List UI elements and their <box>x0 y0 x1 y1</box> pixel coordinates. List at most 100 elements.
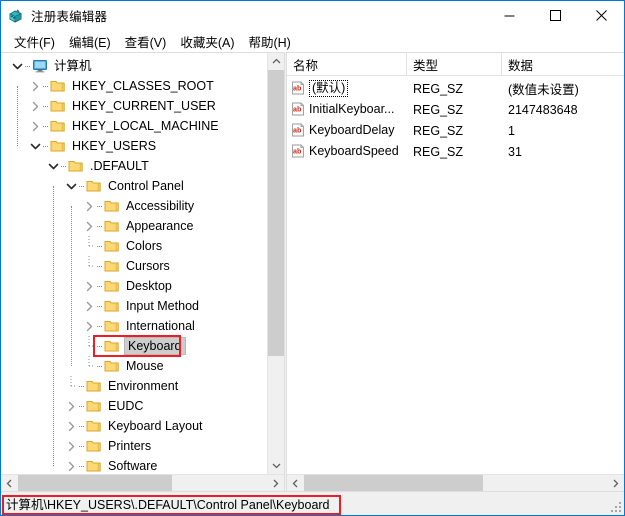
tree-dash-connector <box>97 276 104 296</box>
tree-item[interactable]: Cursors <box>1 256 267 276</box>
table-row[interactable]: ab KeyboardDelay REG_SZ 1 <box>287 120 624 141</box>
registry-editor-icon <box>8 8 24 24</box>
tree-item[interactable]: HKEY_CURRENT_USER <box>1 96 267 116</box>
tree-item[interactable]: Control Panel <box>1 176 267 196</box>
tree-item[interactable]: Input Method <box>1 296 267 316</box>
values-hscroll-thumb[interactable] <box>304 475 483 491</box>
tree-item-label: HKEY_CLASSES_ROOT <box>72 79 214 93</box>
chevron-right-icon[interactable] <box>27 76 43 96</box>
resize-grip[interactable] <box>611 502 621 512</box>
values-list[interactable]: ab (默认) REG_SZ (数值未设置) ab InitialKeyboar... RE… <box>287 76 624 474</box>
tree-item-label: Colors <box>126 239 163 253</box>
chevron-right-icon[interactable] <box>63 436 79 456</box>
scroll-left-icon[interactable] <box>287 475 304 491</box>
tree-item-label: EUDC <box>108 399 144 413</box>
window-controls <box>486 1 624 30</box>
value-name-text: InitialKeyboar... <box>309 102 395 116</box>
tree-item[interactable]: Accessibility <box>1 196 267 216</box>
tree-dash-connector <box>79 396 86 416</box>
tree-item[interactable]: HKEY_CLASSES_ROOT <box>1 76 267 96</box>
tree-horizontal-scrollbar[interactable] <box>1 474 284 491</box>
tree-vertical-scrollbar[interactable] <box>267 53 284 474</box>
tree-item[interactable]: International <box>1 316 267 336</box>
chevron-down-icon[interactable] <box>9 56 25 76</box>
registry-tree-pane: 计算机 HKEY_CLASSES_ROOT HKEY_CURRENT_USER HKE… <box>1 52 284 491</box>
menu-favorites[interactable]: 收藏夹(A) <box>173 30 241 53</box>
menu-edit[interactable]: 编辑(E) <box>62 30 118 53</box>
chevron-right-icon[interactable] <box>81 196 97 216</box>
tree-dash-connector <box>97 356 104 376</box>
value-name-text: KeyboardSpeed <box>309 144 399 158</box>
scroll-down-icon[interactable] <box>268 457 284 474</box>
menu-view[interactable]: 查看(V) <box>118 30 174 53</box>
tree-item[interactable]: Environment <box>1 376 267 396</box>
menu-file[interactable]: 文件(F) <box>7 30 62 53</box>
tree-connector <box>81 256 97 276</box>
chevron-right-icon[interactable] <box>63 456 79 474</box>
scroll-up-icon[interactable] <box>268 53 284 70</box>
folder-icon <box>86 179 102 193</box>
value-type-cell: REG_SZ <box>413 144 464 159</box>
tree-item[interactable]: HKEY_USERS <box>1 136 267 156</box>
tree-vscroll-track[interactable] <box>268 70 284 457</box>
tree-dash-connector <box>97 296 104 316</box>
tree-item[interactable]: HKEY_LOCAL_MACHINE <box>1 116 267 136</box>
tree-item-label: HKEY_LOCAL_MACHINE <box>72 119 219 133</box>
tree-item[interactable]: Colors <box>1 236 267 256</box>
chevron-right-icon[interactable] <box>81 276 97 296</box>
maximize-button[interactable] <box>532 1 578 30</box>
chevron-down-icon[interactable] <box>45 156 61 176</box>
tree-hscroll-track[interactable] <box>18 475 267 491</box>
tree-item[interactable]: Desktop <box>1 276 267 296</box>
tree-dash-connector <box>79 456 86 474</box>
values-horizontal-scrollbar[interactable] <box>287 474 624 491</box>
scroll-right-icon[interactable] <box>267 475 284 491</box>
scroll-left-icon[interactable] <box>1 475 18 491</box>
tree-item[interactable]: EUDC <box>1 396 267 416</box>
tree-hscroll-thumb[interactable] <box>18 475 173 491</box>
list-header: 名称 类型 数据 <box>287 53 624 76</box>
table-row[interactable]: ab KeyboardSpeed REG_SZ 31 <box>287 141 624 162</box>
tree-item[interactable]: Software <box>1 456 267 474</box>
string-value-icon: ab <box>291 144 306 159</box>
tree-connector <box>63 376 79 396</box>
value-name-cell: ab KeyboardDelay <box>287 123 407 138</box>
chevron-right-icon[interactable] <box>27 116 43 136</box>
value-name-text: (默认) <box>309 80 349 97</box>
menu-help[interactable]: 帮助(H) <box>241 30 297 53</box>
computer-icon <box>32 59 48 73</box>
chevron-right-icon[interactable] <box>63 396 79 416</box>
tree-item[interactable]: .DEFAULT <box>1 156 267 176</box>
chevron-right-icon[interactable] <box>81 316 97 336</box>
column-header-type[interactable]: 类型 <box>407 53 502 75</box>
tree-vscroll-thumb[interactable] <box>268 70 284 357</box>
chevron-down-icon[interactable] <box>27 136 43 156</box>
close-button[interactable] <box>578 1 624 30</box>
values-hscroll-track[interactable] <box>304 475 607 491</box>
chevron-right-icon[interactable] <box>81 216 97 236</box>
registry-values-pane: 名称 类型 数据 ab (默认) REG_SZ (数值未设置) ab InitialKey… <box>287 52 624 491</box>
tree-item[interactable]: Appearance <box>1 216 267 236</box>
tree-item[interactable]: Keyboard Layout <box>1 416 267 436</box>
tree-item[interactable]: Mouse <box>1 356 267 376</box>
scroll-right-icon[interactable] <box>607 475 624 491</box>
chevron-right-icon[interactable] <box>27 96 43 116</box>
chevron-down-icon[interactable] <box>63 176 79 196</box>
column-header-name[interactable]: 名称 <box>287 53 407 75</box>
tree-dash-connector <box>97 216 104 236</box>
tree-dash-connector <box>79 416 86 436</box>
string-value-icon: ab <box>291 81 306 96</box>
chevron-right-icon[interactable] <box>81 296 97 316</box>
table-row[interactable]: ab (默认) REG_SZ (数值未设置) <box>287 78 624 99</box>
registry-tree[interactable]: 计算机 HKEY_CLASSES_ROOT HKEY_CURRENT_USER HKE… <box>1 53 267 474</box>
chevron-right-icon[interactable] <box>63 416 79 436</box>
tree-item[interactable]: 计算机 <box>1 56 267 76</box>
tree-item-selected[interactable]: Keyboard <box>1 336 267 356</box>
table-row[interactable]: ab InitialKeyboar... REG_SZ 2147483648 <box>287 99 624 120</box>
tree-connector <box>81 356 97 376</box>
folder-icon <box>50 99 66 113</box>
column-header-data[interactable]: 数据 <box>502 53 624 75</box>
minimize-button[interactable] <box>486 1 532 30</box>
tree-item[interactable]: Printers <box>1 436 267 456</box>
tree-guide-line <box>53 186 54 466</box>
